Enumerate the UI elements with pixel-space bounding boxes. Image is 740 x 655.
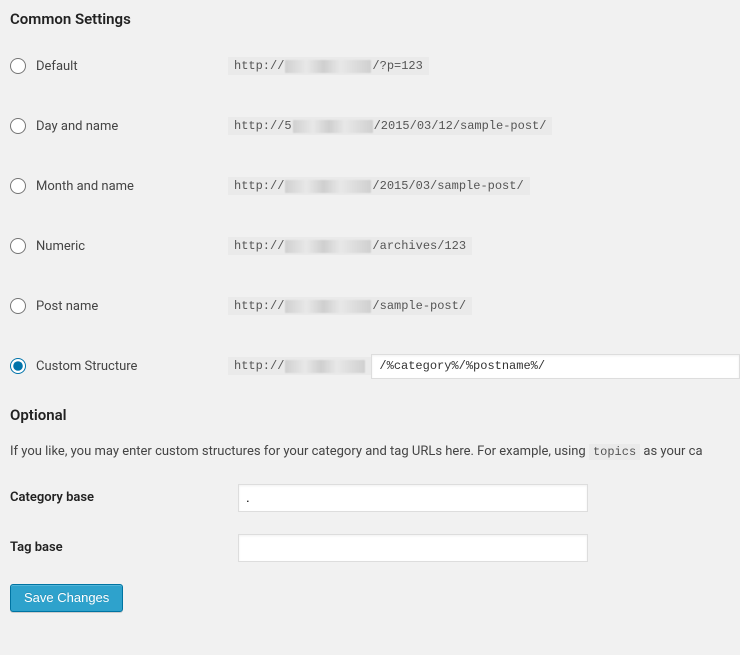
- setting-row-opt-default: Default http:// /?p=123: [10, 46, 740, 86]
- custom-structure-input[interactable]: [371, 354, 740, 379]
- blurred-domain: [285, 180, 371, 193]
- blurred-domain: [285, 360, 365, 373]
- radio-cell-opt-month-name[interactable]: Month and name: [10, 178, 228, 194]
- setting-row-custom: Custom Structure http://: [10, 346, 740, 386]
- example-cell-opt-post-name: http:// /sample-post/: [228, 297, 740, 315]
- radio-cell-custom[interactable]: Custom Structure: [10, 358, 228, 374]
- url-example-opt-post-name: http:// /sample-post/: [228, 297, 472, 315]
- blurred-domain: [285, 240, 371, 253]
- url-example-opt-default: http:// /?p=123: [228, 57, 429, 75]
- heading-optional: Optional: [10, 406, 740, 424]
- radio-opt-month-name[interactable]: [10, 178, 26, 194]
- custom-prefix-text: http://: [234, 359, 284, 373]
- url-suffix: /2015/03/12/sample-post/: [374, 119, 547, 133]
- url-prefix: http://: [234, 299, 284, 313]
- example-cell-opt-month-name: http:// /2015/03/sample-post/: [228, 177, 740, 195]
- url-example-opt-day-name: http://5/2015/03/12/sample-post/: [228, 117, 552, 135]
- url-prefix: http://: [234, 179, 284, 193]
- radio-label-opt-numeric: Numeric: [36, 239, 85, 254]
- url-example-opt-month-name: http:// /2015/03/sample-post/: [228, 177, 530, 195]
- radio-opt-default[interactable]: [10, 58, 26, 74]
- blurred-domain: [285, 300, 371, 313]
- radio-label-opt-default: Default: [36, 59, 78, 74]
- optional-text-pre: If you like, you may enter custom struct…: [10, 444, 589, 459]
- url-suffix: /2015/03/sample-post/: [372, 179, 523, 193]
- url-prefix: http://5: [234, 119, 292, 133]
- url-suffix: /archives/123: [372, 239, 466, 253]
- radio-label-opt-post-name: Post name: [36, 299, 98, 314]
- radio-label-custom: Custom Structure: [36, 359, 137, 374]
- optional-text-post: as your ca: [640, 444, 702, 459]
- heading-common-settings: Common Settings: [10, 10, 740, 28]
- blurred-domain: [285, 60, 371, 73]
- radio-cell-opt-day-name[interactable]: Day and name: [10, 118, 228, 134]
- url-suffix: /sample-post/: [372, 299, 466, 313]
- radio-label-opt-day-name: Day and name: [36, 119, 118, 134]
- radio-cell-opt-default[interactable]: Default: [10, 58, 228, 74]
- url-prefix: http://: [234, 239, 284, 253]
- input-category-base[interactable]: [238, 484, 588, 512]
- example-cell-opt-day-name: http://5/2015/03/12/sample-post/: [228, 117, 740, 135]
- field-row-tag-base: Tag base: [10, 534, 740, 562]
- label-tag-base: Tag base: [10, 540, 238, 555]
- field-row-category-base: Category base: [10, 484, 740, 512]
- url-suffix: /?p=123: [372, 59, 422, 73]
- blurred-domain: [293, 120, 373, 133]
- radio-custom-structure[interactable]: [10, 358, 26, 374]
- example-cell-opt-default: http:// /?p=123: [228, 57, 740, 75]
- url-prefix: http://: [234, 59, 284, 73]
- radio-cell-opt-post-name[interactable]: Post name: [10, 298, 228, 314]
- example-cell-opt-numeric: http:// /archives/123: [228, 237, 740, 255]
- setting-row-opt-month-name: Month and name http:// /2015/03/sample-pos…: [10, 166, 740, 206]
- radio-opt-day-name[interactable]: [10, 118, 26, 134]
- custom-url-prefix: http://: [228, 357, 372, 375]
- optional-code-example: topics: [589, 444, 640, 460]
- url-example-opt-numeric: http:// /archives/123: [228, 237, 472, 255]
- label-category-base: Category base: [10, 490, 238, 505]
- setting-row-opt-numeric: Numeric http:// /archives/123: [10, 226, 740, 266]
- radio-opt-post-name[interactable]: [10, 298, 26, 314]
- setting-row-opt-day-name: Day and name http://5/2015/03/12/sample-p…: [10, 106, 740, 146]
- radio-label-opt-month-name: Month and name: [36, 179, 134, 194]
- save-button[interactable]: Save Changes: [10, 584, 123, 612]
- radio-opt-numeric[interactable]: [10, 238, 26, 254]
- input-tag-base[interactable]: [238, 534, 588, 562]
- custom-structure-cell: http://: [228, 354, 740, 379]
- optional-description: If you like, you may enter custom struct…: [10, 442, 740, 462]
- setting-row-opt-post-name: Post name http:// /sample-post/: [10, 286, 740, 326]
- radio-cell-opt-numeric[interactable]: Numeric: [10, 238, 228, 254]
